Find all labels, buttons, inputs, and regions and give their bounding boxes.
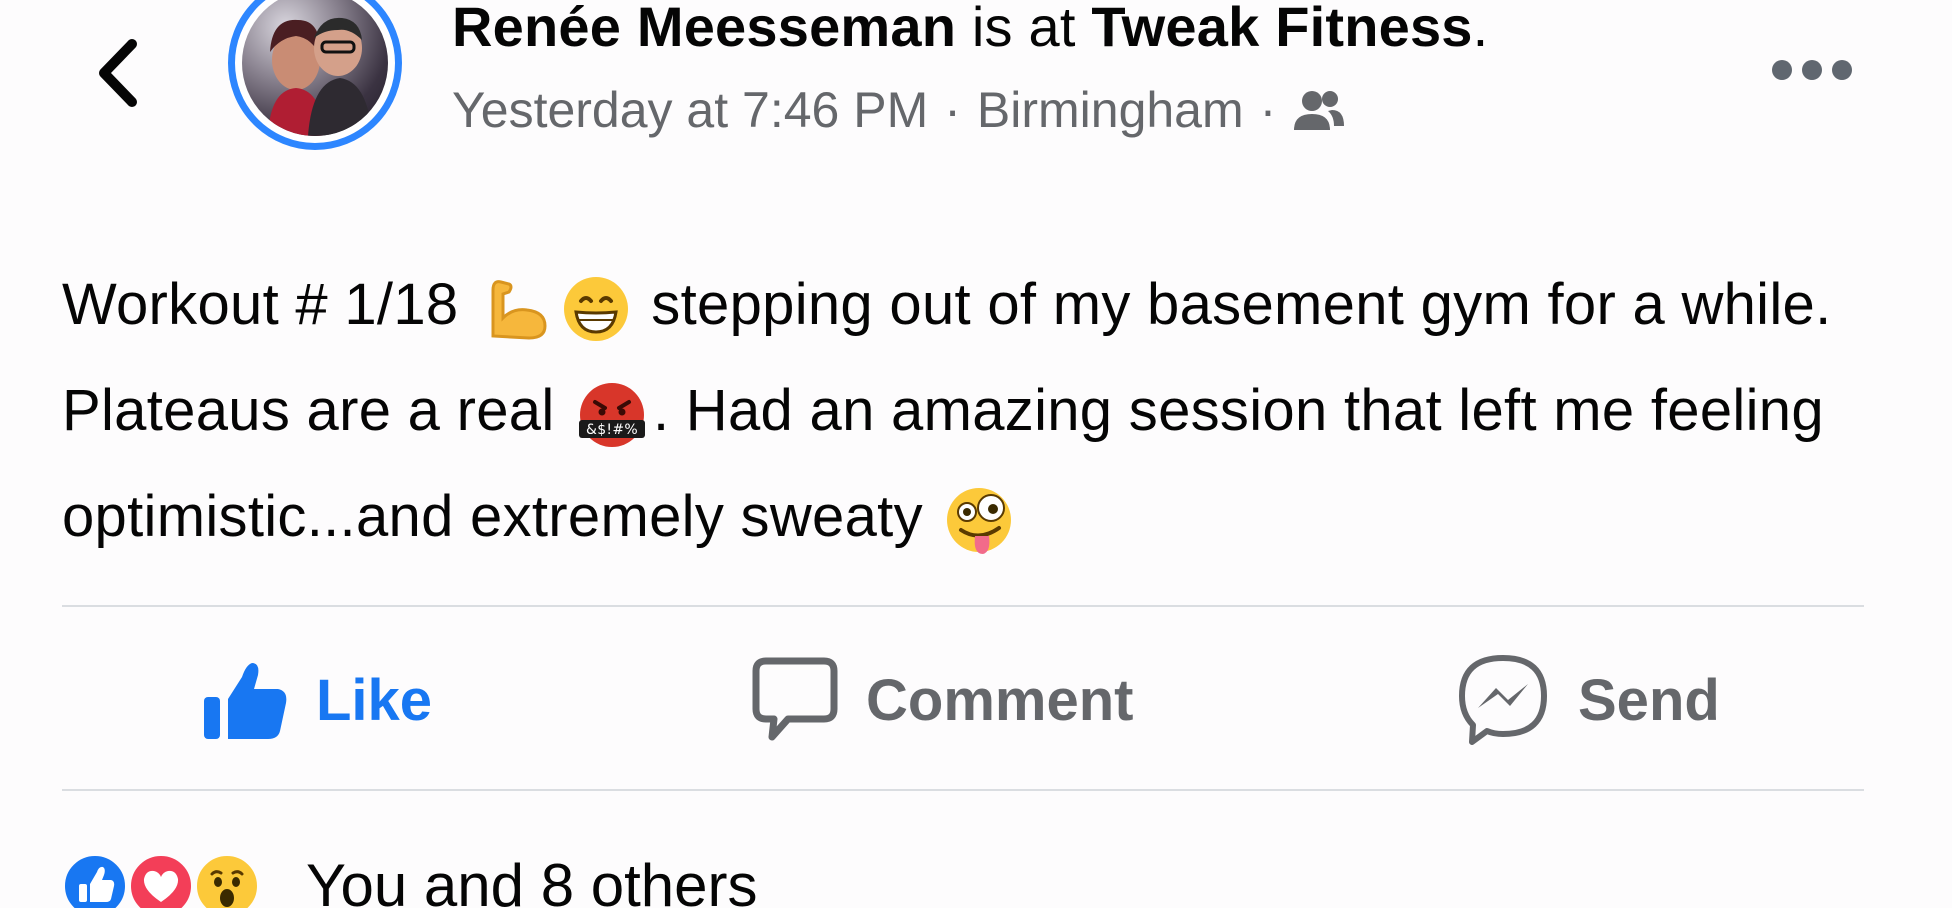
author-line: Renée Meesseman is at Tweak Fitness. xyxy=(452,0,1488,64)
post-view: Renée Meesseman is at Tweak Fitness. Yes… xyxy=(0,0,1952,908)
divider-bottom xyxy=(62,789,1864,791)
author-line-period: . xyxy=(1472,0,1489,58)
love-reaction-icon xyxy=(126,851,196,908)
send-button[interactable]: Send xyxy=(1456,655,1720,745)
reactions-summary[interactable]: You and 8 others xyxy=(60,845,758,908)
more-options-icon xyxy=(1802,60,1822,80)
comment-icon xyxy=(752,657,838,741)
grinning-face-icon xyxy=(563,276,628,341)
wow-reaction-icon xyxy=(192,851,262,908)
reaction-icons xyxy=(60,845,290,908)
like-reaction-icon xyxy=(60,851,130,908)
more-options-icon xyxy=(1772,60,1792,80)
back-button[interactable] xyxy=(82,28,152,118)
check-in-place[interactable]: Tweak Fitness xyxy=(1091,0,1472,58)
like-label: Like xyxy=(316,667,433,733)
meta-separator: · xyxy=(1259,82,1277,138)
svg-text:&$!#%: &$!#% xyxy=(586,422,638,438)
post-text-segment: Workout # 1/18 xyxy=(62,272,475,337)
comment-button[interactable]: Comment xyxy=(752,655,1133,745)
post-timestamp[interactable]: Yesterday at 7:46 PM xyxy=(452,81,928,139)
is-at-text: is at xyxy=(956,0,1092,58)
thumbs-up-icon xyxy=(204,663,287,739)
like-button[interactable]: Like xyxy=(202,655,432,745)
post-meta: Yesterday at 7:46 PM · Birmingham · xyxy=(452,80,1346,140)
back-chevron-icon xyxy=(99,39,137,107)
post-location[interactable]: Birmingham xyxy=(977,81,1244,139)
zany-face-icon xyxy=(947,487,1012,554)
meta-separator: · xyxy=(944,82,961,138)
friends-icon xyxy=(1294,91,1345,130)
cursing-face-icon: &$!#% xyxy=(578,382,645,447)
more-options-icon xyxy=(1832,60,1852,80)
flexed-biceps-icon xyxy=(491,279,547,340)
messenger-icon xyxy=(1459,655,1547,745)
more-options-button[interactable] xyxy=(1772,52,1852,88)
avatar[interactable] xyxy=(228,0,412,162)
divider-top xyxy=(62,605,1864,607)
reactions-count: You and 8 others xyxy=(306,851,758,908)
post-text: Workout # 1/18 stepping out of my baseme… xyxy=(62,252,1902,570)
comment-label: Comment xyxy=(866,667,1134,733)
send-label: Send xyxy=(1578,667,1720,733)
author-name[interactable]: Renée Meesseman xyxy=(452,0,956,58)
